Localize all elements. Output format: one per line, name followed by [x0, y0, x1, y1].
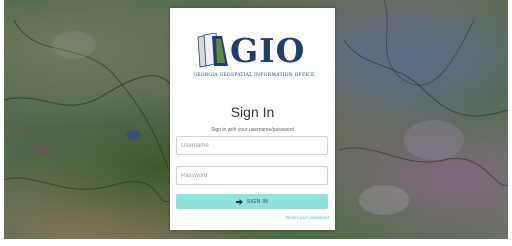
logo-subtitle: GEORGIA GEOSPATIAL INFORMATION OFFICE — [193, 73, 315, 78]
page-title: Sign In — [230, 104, 275, 120]
login-card: GIO GEORGIA GEOSPATIAL INFORMATION OFFIC… — [170, 8, 335, 230]
reset-password-link[interactable]: Reset your password — [286, 215, 329, 220]
signin-label: SIGN IN — [246, 198, 269, 205]
gio-logo: GIO GEORGIA GEOSPATIAL INFORMATION OFFIC… — [192, 33, 316, 89]
signin-button[interactable]: SIGN IN — [176, 194, 328, 209]
page-subtitle: Sign in with your username/password — [210, 127, 295, 133]
bottom-strip — [0, 239, 512, 246]
arrow-right-icon — [235, 198, 243, 205]
state-pages-icon — [197, 33, 228, 68]
username-input[interactable] — [176, 136, 328, 155]
logo-wordmark: GIO — [230, 31, 306, 70]
password-input[interactable] — [176, 166, 328, 185]
